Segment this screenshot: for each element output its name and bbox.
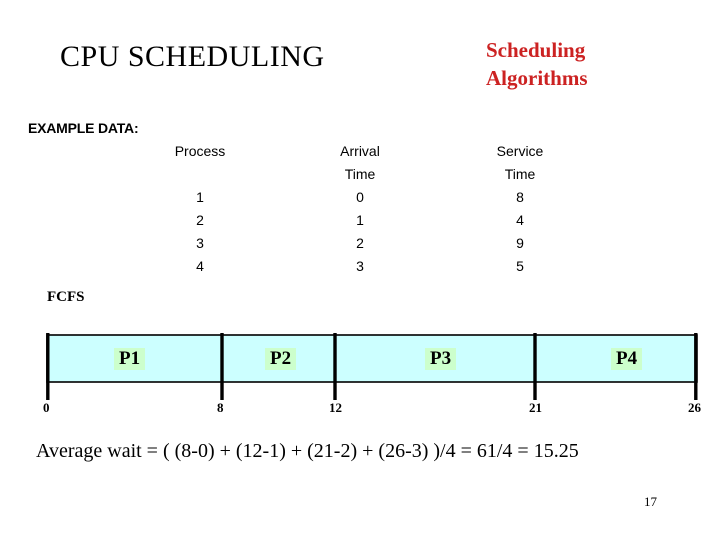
cell-arrival: 1 xyxy=(356,212,364,228)
cell-process: 1 xyxy=(196,189,204,205)
page-number: 17 xyxy=(644,494,657,509)
table-row: 1 0 8 xyxy=(120,189,600,212)
cell-process: 4 xyxy=(196,258,204,274)
gantt-tick-label-21: 21 xyxy=(529,400,542,415)
gantt-segment-label-p4: P4 xyxy=(611,348,643,370)
cell-arrival: 2 xyxy=(356,235,364,251)
cell-process: 2 xyxy=(196,212,204,228)
cell-service: 5 xyxy=(516,258,524,274)
gantt-segment-label-p3: P3 xyxy=(425,348,457,370)
cell-service: 9 xyxy=(516,235,524,251)
subtitle-line-2: Algorithms xyxy=(486,66,588,91)
gantt-tick-label-8: 8 xyxy=(217,400,224,415)
algorithm-label: FCFS xyxy=(47,289,85,305)
average-wait-formula: Average wait = ( (8-0) + (12-1) + (21-2)… xyxy=(36,440,579,462)
table-row: 4 3 5 xyxy=(120,258,600,281)
gantt-tick-label-26: 26 xyxy=(688,400,701,415)
header-process-blank xyxy=(120,166,280,189)
gantt-segment-label-p1: P1 xyxy=(114,348,146,370)
header-service-line-1: Service xyxy=(496,143,544,159)
header-service-line-2: Time xyxy=(504,166,536,182)
cell-service: 4 xyxy=(516,212,524,228)
header-process: Process xyxy=(174,143,226,159)
table-row: 3 2 9 xyxy=(120,235,600,258)
subtitle-line-1: Scheduling xyxy=(486,38,586,62)
process-data-table: Process Arrival Service Time Time 1 0 8 … xyxy=(120,143,600,281)
cell-service: 8 xyxy=(516,189,524,205)
header-arrival-line-1: Arrival xyxy=(340,143,380,159)
page-title: CPU SCHEDULING xyxy=(60,40,325,73)
gantt-tick-label-12: 12 xyxy=(329,400,342,415)
table-row: 2 1 4 xyxy=(120,212,600,235)
header-arrival-line-2: Time xyxy=(344,166,376,182)
example-data-label: EXAMPLE DATA: xyxy=(28,120,139,136)
slide: CPU SCHEDULING Scheduling Algorithms EXA… xyxy=(0,0,720,540)
cell-arrival: 3 xyxy=(356,258,364,274)
gantt-segment-label-p2: P2 xyxy=(265,348,297,370)
cell-process: 3 xyxy=(196,235,204,251)
gantt-tick-label-0: 0 xyxy=(43,400,50,415)
slide-subtitle: Scheduling Algorithms xyxy=(486,36,706,93)
table-header-row-2: Time Time xyxy=(120,166,600,189)
table-header-row-1: Process Arrival Service xyxy=(120,143,600,166)
cell-arrival: 0 xyxy=(356,189,364,205)
